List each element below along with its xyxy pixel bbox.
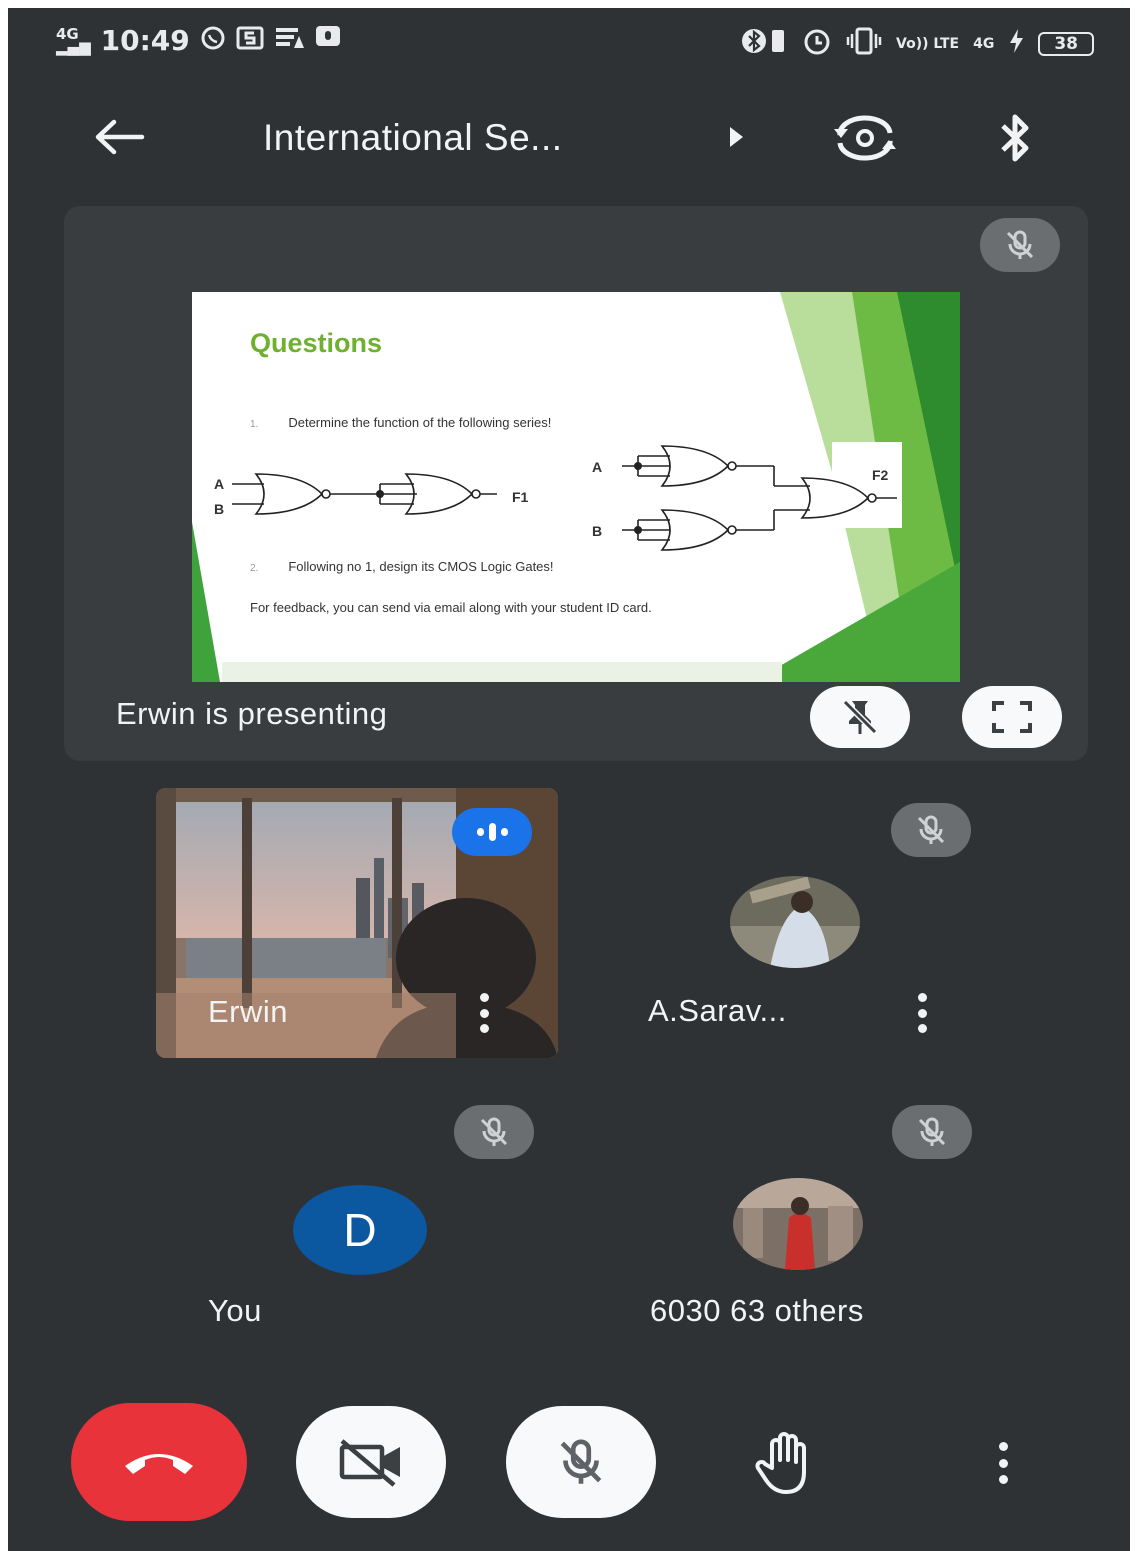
slide-question-2: 2. Following no 1, design its CMOS Logic … — [250, 559, 554, 574]
presenter-mute-badge — [980, 218, 1060, 272]
status-left: 4G ▂▄▆ 10:49 — [56, 24, 342, 57]
participant-mute-badge — [454, 1105, 534, 1159]
switch-camera-button[interactable] — [830, 113, 900, 163]
unpin-icon — [841, 698, 879, 736]
meet-screen: 4G ▂▄▆ 10:49 Vo)) LTE 4G 38 Internationa… — [8, 8, 1130, 1551]
clock: 10:49 — [100, 24, 190, 57]
end-call-icon — [125, 1454, 193, 1474]
s-icon — [236, 24, 264, 57]
participant-name: 6030 63 others — [650, 1293, 864, 1328]
battery-level: 38 — [1038, 32, 1094, 56]
output-f1-label: F1 — [512, 489, 529, 505]
participant-name: You — [208, 1293, 262, 1328]
speaking-indicator — [452, 808, 532, 856]
meeting-header: International Se... — [8, 103, 1130, 173]
alarm-icon — [802, 26, 832, 62]
charging-icon — [1008, 29, 1024, 59]
mic-toggle-button[interactable] — [506, 1406, 656, 1518]
more-options-button[interactable] — [996, 1442, 1010, 1484]
status-right: Vo)) LTE 4G 38 — [740, 26, 1094, 62]
back-button[interactable] — [90, 117, 150, 157]
mic-off-icon — [1006, 230, 1034, 259]
signal-icon: ▂▄▆ — [56, 37, 91, 56]
presentation-tile[interactable]: Questions 1. Determine the function of th… — [64, 206, 1088, 761]
switch-camera-icon — [834, 115, 896, 161]
raise-hand-icon — [755, 1432, 806, 1494]
mic-off-icon — [480, 1117, 508, 1146]
vibrate-icon — [846, 26, 882, 62]
meeting-title[interactable]: International Se... — [263, 117, 563, 159]
participant-mute-badge — [891, 803, 971, 857]
presenting-label: Erwin is presenting — [116, 696, 388, 731]
logic-circuit-diagram — [232, 445, 897, 551]
unpin-button[interactable] — [810, 686, 910, 748]
input-a-label: A — [214, 476, 225, 492]
input-b-label: B — [214, 501, 225, 517]
network-type-right: 4G — [973, 35, 995, 52]
input-a2-label: A — [592, 459, 603, 475]
output-f2-label: F2 — [872, 467, 889, 483]
slide-feedback: For feedback, you can send via email alo… — [250, 600, 652, 615]
fullscreen-button[interactable] — [962, 686, 1062, 748]
play-arrow-icon[interactable] — [730, 127, 743, 147]
raise-hand-button[interactable] — [748, 1428, 828, 1498]
participant-mute-badge — [892, 1105, 972, 1159]
question-2-number: 2. — [250, 563, 259, 574]
more-vert-icon[interactable] — [916, 993, 928, 1033]
bluetooth-status-icon — [740, 27, 788, 61]
network-indicator: 4G ▂▄▆ — [56, 26, 91, 56]
avatar — [733, 1178, 863, 1270]
mic-off-icon — [917, 815, 945, 844]
participant-name: A.Sarav... — [648, 993, 787, 1028]
volte-indicator: Vo)) LTE — [896, 35, 960, 52]
shared-slide: Questions 1. Determine the function of th… — [192, 292, 960, 682]
whatsapp-icon — [200, 25, 226, 57]
camera-off-icon — [339, 1439, 400, 1487]
participant-name: Erwin — [208, 994, 289, 1029]
mic-off-icon — [560, 1439, 602, 1484]
bluetooth-icon — [1001, 114, 1029, 162]
end-call-button[interactable] — [71, 1403, 247, 1521]
message-icon — [314, 24, 342, 57]
status-bar: 4G ▂▄▆ 10:49 Vo)) LTE 4G 38 — [8, 8, 1130, 78]
input-b2-label: B — [592, 523, 603, 539]
more-vert-icon[interactable] — [478, 993, 490, 1033]
avatar — [730, 876, 860, 968]
camera-toggle-button[interactable] — [296, 1406, 446, 1518]
question-2-text: Following no 1, design its CMOS Logic Ga… — [288, 559, 554, 574]
back-arrow-icon — [95, 119, 145, 155]
participant-tile-erwin[interactable]: Erwin — [156, 788, 558, 1058]
mic-off-icon — [918, 1117, 946, 1146]
wifi-data-icon — [274, 24, 304, 57]
avatar: D — [293, 1185, 427, 1275]
audio-output-button[interactable] — [990, 111, 1040, 165]
fullscreen-icon — [992, 701, 1032, 733]
